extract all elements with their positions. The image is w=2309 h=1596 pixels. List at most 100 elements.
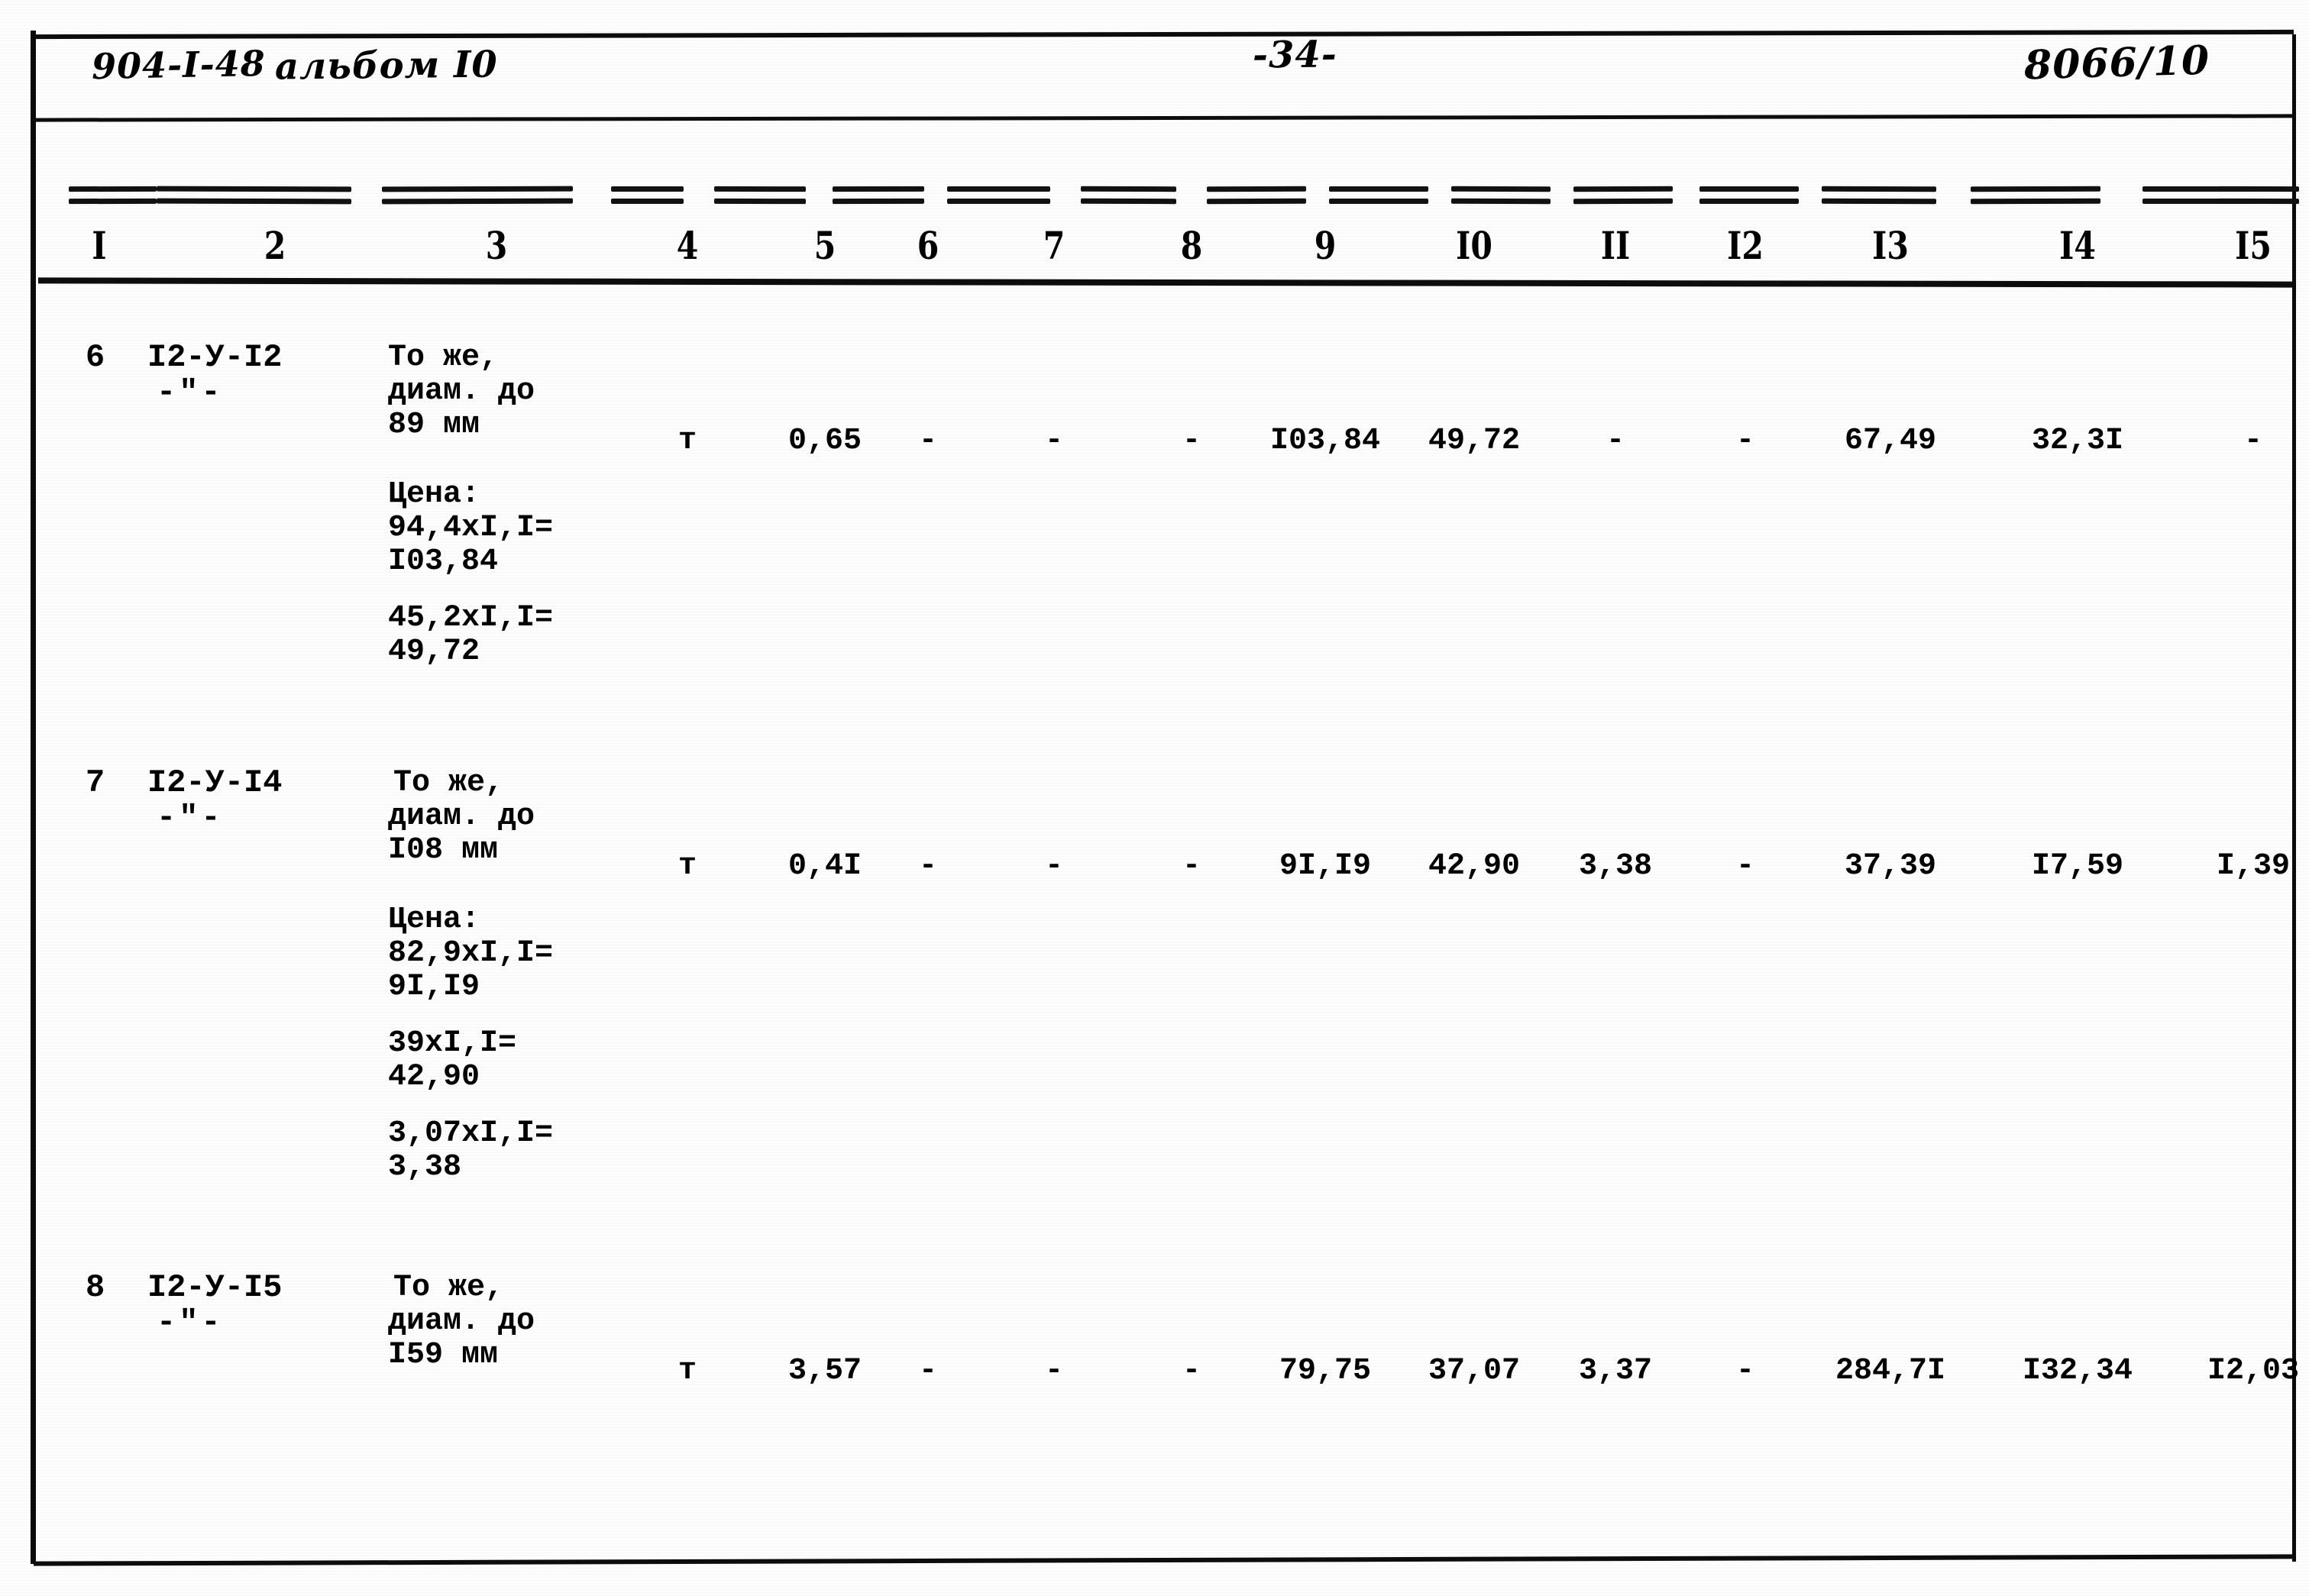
price-line: 39xI,I=	[388, 1026, 517, 1061]
cell-col-4: т	[678, 424, 697, 458]
column-number-10: I0	[1456, 223, 1492, 268]
cell-col-5: 0,4I	[787, 849, 862, 884]
price-line: I03,84	[388, 544, 499, 579]
cell-col-7: -	[1044, 1354, 1064, 1388]
cell-col-9: 9I,I9	[1279, 849, 1372, 884]
rule-below-header	[34, 114, 2294, 122]
column-number-12: I2	[1727, 223, 1764, 268]
description-line-3: 89 мм	[388, 408, 480, 442]
cell-col-5: 3,57	[787, 1354, 862, 1388]
cell-col-15: -	[2243, 424, 2263, 458]
cell-col-8: -	[1182, 1354, 1201, 1388]
cell-col-15: I,39	[2216, 849, 2291, 884]
rule-bottom	[33, 1554, 2294, 1566]
row-number: 8	[86, 1269, 105, 1306]
price-line: 3,38	[388, 1150, 462, 1184]
column-number-13: I3	[1872, 223, 1909, 268]
column-number-1: I	[92, 223, 107, 268]
description-line-3: I08 мм	[388, 833, 499, 867]
cell-col-9: I03,84	[1269, 424, 1381, 458]
page-frame-left-border	[31, 31, 36, 1564]
description-line-1: То же,	[388, 341, 499, 375]
cell-col-10: 37,07	[1428, 1354, 1521, 1388]
column-dash-rule	[1206, 182, 1307, 220]
column-dash-rule	[156, 182, 352, 220]
column-number-6: 6	[917, 223, 939, 268]
cell-col-6: -	[918, 424, 938, 458]
column-number-4: 4	[676, 223, 699, 268]
cell-col-6: -	[918, 849, 938, 884]
document-reference: 8066/10	[2023, 37, 2210, 89]
item-code: I2-У-I4	[147, 764, 283, 801]
cell-col-15: I2,03	[2207, 1354, 2300, 1388]
price-line: 94,4xI,I=	[388, 511, 554, 545]
column-dash-rule	[713, 182, 807, 220]
column-number-11: II	[1600, 223, 1631, 268]
column-number-8: 8	[1180, 223, 1203, 268]
price-line: 45,2xI,I=	[388, 601, 554, 635]
column-dash-rule	[1450, 182, 1551, 220]
description-line-2: диам. до	[388, 800, 535, 834]
description-line-3: I59 мм	[388, 1338, 499, 1372]
column-number-7: 7	[1043, 223, 1066, 268]
album-label: альбом I0	[274, 43, 499, 89]
price-line: 3,07xI,I=	[388, 1116, 554, 1151]
column-dash-rule	[381, 182, 574, 220]
column-dash-rule	[68, 182, 157, 220]
column-dash-rule	[1573, 182, 1674, 220]
cell-col-11: 3,37	[1578, 1354, 1653, 1388]
document-code: 904-I-48	[91, 42, 267, 88]
column-dash-rule	[1970, 182, 2101, 220]
rule-below-colnums	[37, 277, 2294, 288]
column-dash-rule	[1080, 182, 1177, 220]
cell-col-5: 0,65	[787, 424, 862, 458]
cell-col-9: 79,75	[1279, 1354, 1372, 1388]
page-number: -34-	[1252, 33, 1337, 77]
cell-col-6: -	[918, 1354, 938, 1388]
column-number-14: I4	[2059, 223, 2096, 268]
column-number-5: 5	[813, 223, 836, 268]
price-title: Цена:	[388, 903, 480, 937]
page-frame-right-border	[2292, 34, 2296, 1562]
price-line: 42,90	[388, 1060, 480, 1094]
cell-col-8: -	[1182, 424, 1201, 458]
cell-col-14: I7,59	[2031, 849, 2124, 884]
row-number: 7	[86, 764, 105, 801]
column-number-15: I5	[2235, 223, 2272, 268]
cell-col-10: 49,72	[1428, 424, 1521, 458]
column-dash-rule	[2218, 182, 2300, 220]
cell-col-13: 284,7I	[1835, 1354, 1946, 1388]
column-number-9: 9	[1314, 223, 1337, 268]
price-line: 49,72	[388, 635, 480, 669]
ditto-mark: -"-	[157, 374, 224, 411]
column-dash-rule	[1699, 182, 1799, 220]
cell-col-10: 42,90	[1428, 849, 1521, 884]
cell-col-13: 37,39	[1844, 849, 1937, 884]
scan-grain-overlay	[0, 0, 2309, 1596]
rule-top	[34, 29, 2294, 40]
cell-col-11: -	[1606, 424, 1625, 458]
cell-col-7: -	[1044, 849, 1064, 884]
cell-col-13: 67,49	[1844, 424, 1937, 458]
item-code: I2-У-I2	[147, 339, 283, 376]
cell-col-4: т	[678, 1354, 697, 1388]
column-number-2: 2	[264, 223, 286, 268]
column-dash-rule	[1329, 182, 1428, 220]
column-number-3: 3	[485, 223, 508, 268]
cell-col-12: -	[1735, 849, 1755, 884]
cell-col-14: I32,34	[2022, 1354, 2133, 1388]
row-number: 6	[86, 339, 105, 376]
description-line-1: То же,	[393, 1271, 504, 1305]
cell-col-12: -	[1735, 1354, 1755, 1388]
column-dash-rule	[832, 182, 925, 220]
cell-col-12: -	[1735, 424, 1755, 458]
column-dash-rule	[947, 182, 1050, 220]
cell-col-4: т	[678, 849, 697, 884]
price-line: 82,9xI,I=	[388, 936, 554, 971]
cell-col-8: -	[1182, 849, 1201, 884]
cell-col-7: -	[1044, 424, 1064, 458]
column-dash-rule	[1821, 182, 1937, 220]
item-code: I2-У-I5	[147, 1269, 283, 1306]
ditto-mark: -"-	[157, 800, 224, 836]
ditto-mark: -"-	[157, 1304, 224, 1341]
